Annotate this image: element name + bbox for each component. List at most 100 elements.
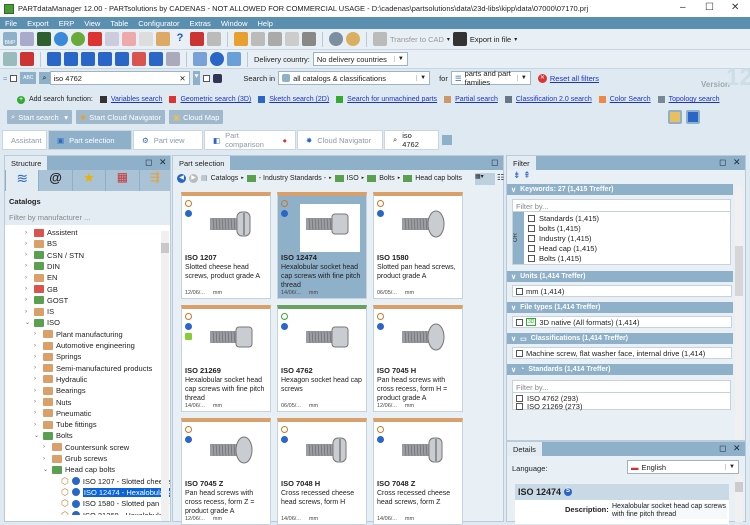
sketch-search-link[interactable]: Sketch search (2D) bbox=[269, 96, 329, 103]
db-mail-icon[interactable] bbox=[98, 52, 112, 66]
part-card[interactable]: ISO 7045 ZPan head screws with cross rec… bbox=[181, 418, 271, 525]
bmp-export-icon[interactable]: BMP bbox=[3, 32, 17, 46]
details-scrollbar[interactable] bbox=[735, 474, 743, 522]
search-settings-icon[interactable] bbox=[686, 110, 700, 124]
search-in-select[interactable]: all catalogs & classifications▼ bbox=[278, 71, 430, 85]
history-dropdown[interactable]: ▾ bbox=[193, 71, 201, 85]
part-card[interactable]: ISO 7048 ZCross recessed cheese head scr… bbox=[373, 418, 463, 525]
search-input[interactable]: iso 4762 ✕ bbox=[50, 71, 190, 85]
tree-item[interactable]: ›Grub screws bbox=[43, 453, 107, 464]
expand-arrow-icon[interactable]: › bbox=[34, 365, 40, 371]
menu-file[interactable]: File bbox=[0, 19, 22, 28]
expand-arrow-icon[interactable]: › bbox=[34, 354, 40, 360]
catalogs-view-icon[interactable]: ≋ bbox=[6, 170, 38, 191]
tree-item[interactable]: ›Hydraulic bbox=[34, 374, 87, 385]
manufacturer-filter-input[interactable]: Filter by manufacturer ... bbox=[5, 209, 170, 225]
close-button[interactable]: ✕ bbox=[731, 2, 739, 13]
tree-item[interactable]: ›Plant manufacturing bbox=[34, 329, 123, 340]
menu-help[interactable]: Help bbox=[253, 19, 278, 28]
filetypes-section-header[interactable]: ∨File types (1,414 Treffer) bbox=[507, 302, 733, 313]
partial-search-link[interactable]: Partial search bbox=[455, 96, 498, 103]
expand-arrow-icon[interactable]: › bbox=[25, 286, 31, 292]
calendar-icon[interactable]: ▦ bbox=[106, 170, 138, 191]
expand-arrow-icon[interactable]: › bbox=[25, 241, 31, 247]
list-view-icon[interactable]: ☷ bbox=[497, 173, 504, 182]
maximize-panel-icon[interactable]: ◻ bbox=[145, 157, 152, 168]
close-panel-icon[interactable]: ✕ bbox=[733, 157, 741, 168]
forward-icon[interactable]: ▶ bbox=[189, 174, 198, 183]
classifications-section-header[interactable]: ∨▭Classifications (1,414 Treffer) bbox=[507, 333, 733, 344]
clear-icon[interactable]: ✕ bbox=[179, 74, 185, 83]
shapes-icon[interactable] bbox=[234, 32, 248, 46]
db-network-icon[interactable] bbox=[64, 52, 78, 66]
tools-icon[interactable] bbox=[302, 32, 316, 46]
language-select[interactable]: ▬English▼ bbox=[627, 460, 739, 474]
part-selection-tab[interactable]: Part selection bbox=[173, 156, 230, 170]
reset-all-filters-link[interactable]: Reset all filters bbox=[550, 74, 599, 83]
expand-arrow-icon[interactable]: › bbox=[25, 309, 31, 315]
database-icon[interactable] bbox=[81, 52, 95, 66]
expand-arrow-icon[interactable]: › bbox=[34, 422, 40, 428]
expand-all-icon[interactable]: ⇟ bbox=[513, 170, 521, 180]
export-view-icon[interactable]: ⇶ bbox=[140, 170, 170, 191]
erp-icon[interactable] bbox=[20, 32, 34, 46]
color-search-link[interactable]: Color Search bbox=[610, 96, 651, 103]
tree-item[interactable]: ⌄ISO bbox=[25, 317, 60, 328]
tree-item[interactable]: ›Countersunk screw bbox=[43, 442, 129, 453]
sheet-icon[interactable] bbox=[122, 32, 136, 46]
bug-icon[interactable] bbox=[190, 32, 204, 46]
tab-part-comparison[interactable]: ◧Part comparison● bbox=[204, 130, 296, 150]
tree-item[interactable]: ›GOST bbox=[25, 295, 68, 306]
filter-option[interactable]: Machine screw, flat washer face, interna… bbox=[512, 347, 732, 359]
unmachined-search-link[interactable]: Search for unmachined parts bbox=[347, 96, 437, 103]
window-icon[interactable] bbox=[3, 52, 17, 66]
expand-arrow-icon[interactable]: › bbox=[25, 297, 31, 303]
delivery-country-select[interactable]: No delivery countries▼ bbox=[313, 52, 408, 66]
checkbox[interactable] bbox=[528, 225, 535, 232]
tree-item[interactable]: ›GB bbox=[25, 284, 58, 295]
export-in-file-button[interactable]: Export in file bbox=[470, 35, 511, 44]
details-tab[interactable]: Details bbox=[507, 442, 542, 456]
standards-filter-input[interactable]: Filter by... bbox=[513, 381, 730, 393]
standards-section-header[interactable]: ∨◔Standards (1,414 Treffer) bbox=[507, 364, 733, 375]
or-toggle[interactable]: OR bbox=[513, 212, 524, 264]
document-icon[interactable] bbox=[193, 52, 207, 66]
keyword-option[interactable]: Head cap (1,415) bbox=[528, 243, 599, 253]
keyword-filter-input[interactable]: Filter by... bbox=[513, 200, 730, 212]
expand-arrow-icon[interactable]: › bbox=[34, 388, 40, 394]
part-card[interactable]: ISO 1207Slotted cheese head screws, prod… bbox=[181, 192, 271, 299]
expand-arrow-icon[interactable]: › bbox=[34, 331, 40, 337]
search-mode-icon[interactable]: ⌕ bbox=[39, 72, 49, 84]
wand-icon[interactable] bbox=[285, 32, 299, 46]
topology-search-link[interactable]: Topology search bbox=[669, 96, 720, 103]
breadcrumb-item[interactable]: Bolts bbox=[379, 175, 395, 182]
standard-option[interactable]: ISO 21269 (273) bbox=[516, 402, 727, 410]
hierarchy-icon[interactable] bbox=[268, 32, 282, 46]
breadcrumb-item[interactable]: Catalogs bbox=[211, 175, 239, 182]
variables-search-link[interactable]: Variables search bbox=[111, 96, 163, 103]
menu-export[interactable]: Export bbox=[22, 19, 54, 28]
collapse-icon[interactable]: ≈ bbox=[3, 74, 7, 83]
expand-arrow-icon[interactable]: › bbox=[43, 456, 49, 462]
tree-item[interactable]: ›Semi-manufactured products bbox=[34, 363, 152, 374]
geometric-search-link[interactable]: Geometric search (3D) bbox=[180, 96, 251, 103]
tree-item[interactable]: ›Bearings bbox=[34, 385, 86, 396]
tab-iso-4762[interactable]: ⌕iso 4762 bbox=[384, 130, 439, 150]
maximize-panel-icon[interactable]: ◻ bbox=[491, 157, 498, 168]
grid-icon[interactable] bbox=[207, 32, 221, 46]
minimize-button[interactable]: – bbox=[680, 2, 686, 13]
phone-icon[interactable] bbox=[37, 32, 51, 46]
tab-cloud-navigator[interactable]: ✸Cloud Navigator bbox=[297, 130, 383, 150]
start-cloud-navigator-button[interactable]: ✸Start Cloud Navigator bbox=[76, 110, 165, 124]
expand-arrow-icon[interactable]: › bbox=[43, 444, 49, 450]
tree-item[interactable]: ›DIN bbox=[25, 261, 60, 272]
tree-item[interactable]: ⬡ISO 1207 - Slotted cheese head bbox=[52, 476, 170, 487]
breadcrumb-item[interactable]: - Industry Standards - bbox=[259, 175, 326, 182]
collapse-arrow-icon[interactable]: ⌄ bbox=[34, 432, 40, 439]
tree-item[interactable]: ›BS bbox=[25, 238, 57, 249]
back-icon[interactable]: ◀ bbox=[177, 174, 186, 183]
tree-item[interactable]: ⬡ISO 1580 - Slotted pan head bbox=[52, 498, 170, 509]
users-icon[interactable] bbox=[132, 52, 146, 66]
expand-arrow-icon[interactable]: › bbox=[34, 376, 40, 382]
part-card[interactable]: ISO 12474Hexalobular socket head cap scr… bbox=[277, 192, 367, 299]
